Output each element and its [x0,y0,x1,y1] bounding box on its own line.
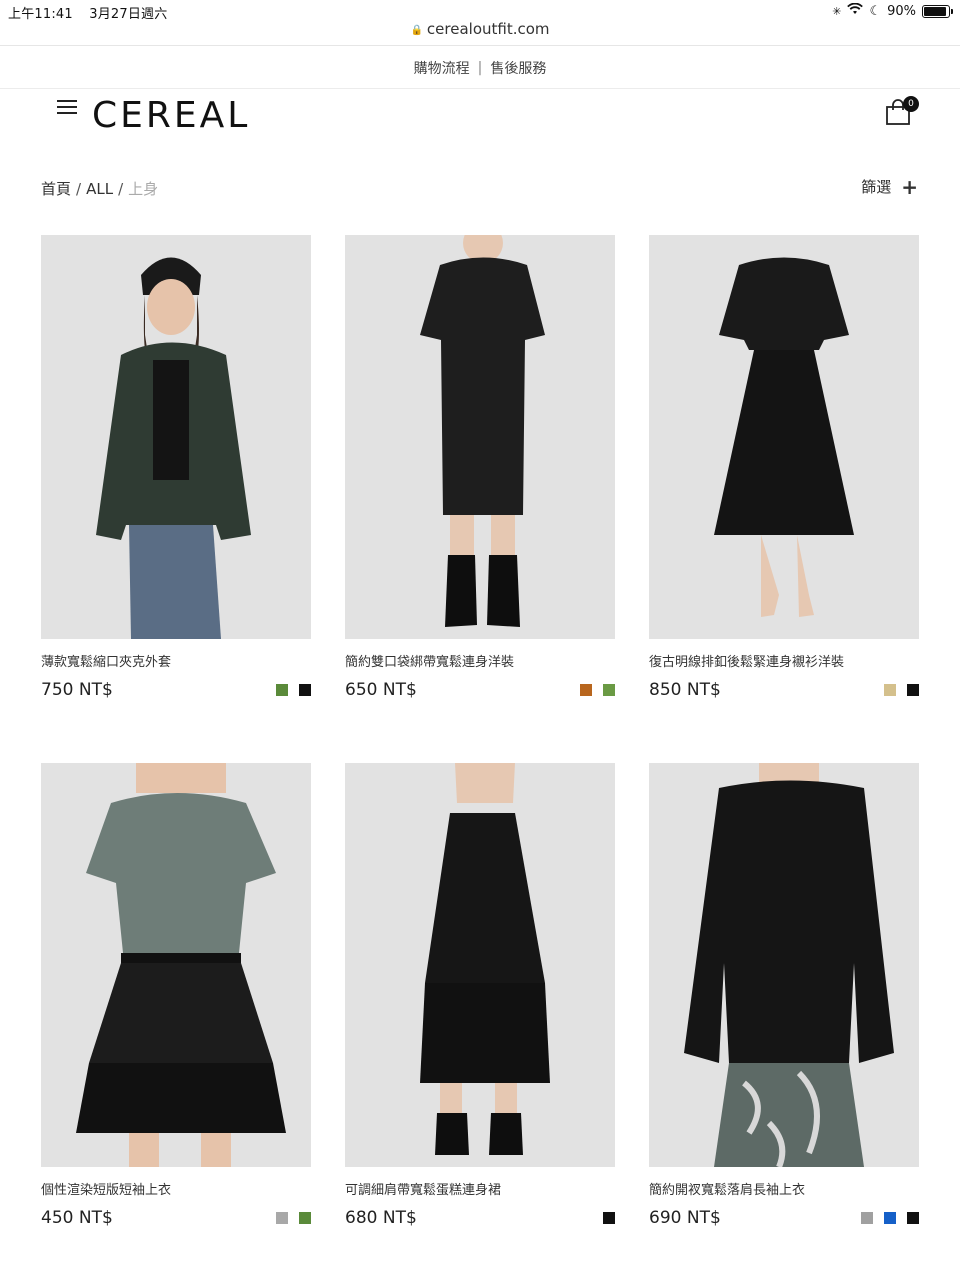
url-bar[interactable]: 🔒 cerealoutfit.com [0,20,960,46]
link-after-sales[interactable]: 售後服務 [490,58,546,78]
color-swatch[interactable] [861,1212,873,1224]
color-swatch[interactable] [884,684,896,696]
breadcrumb-all[interactable]: ALL [86,180,113,198]
product-image[interactable] [345,763,615,1167]
logo[interactable]: CEREAL [92,95,250,136]
product-price: 650 NT$ [345,680,417,700]
product-name[interactable]: 個性渲染短版短袖上衣 [41,1179,311,1198]
product-price: 850 NT$ [649,680,721,700]
plus-icon: + [901,174,918,199]
color-swatches [861,1212,919,1224]
filter-button[interactable]: 篩選 + [861,176,918,197]
product-image[interactable] [345,235,615,639]
breadcrumb-current: 上身 [128,180,159,198]
lock-icon: 🔒 [410,25,423,36]
moon-icon: ☾ [869,3,882,19]
breadcrumb-home[interactable]: 首頁 [41,180,71,198]
url-text: cerealoutfit.com [426,20,550,38]
status-bar: 上午11:41 3月27日週六 ✳ ☾ 90% [0,0,960,22]
product-card[interactable]: 簡約開衩寬鬆落肩長袖上衣 690 NT$ [649,763,919,1229]
product-card[interactable]: 復古明線排釦後鬆緊連身襯衫洋裝 850 NT$ [649,235,919,701]
product-image[interactable] [41,763,311,1167]
product-card[interactable]: 簡約雙口袋綁帶寬鬆連身洋裝 650 NT$ [345,235,615,701]
product-name[interactable]: 薄款寬鬆縮口夾克外套 [41,651,311,670]
product-image[interactable] [649,763,919,1167]
color-swatch[interactable] [276,684,288,696]
color-swatch[interactable] [884,1212,896,1224]
product-price: 750 NT$ [41,680,113,700]
battery-percent: 90% [887,3,916,19]
color-swatch[interactable] [299,684,311,696]
product-name[interactable]: 簡約開衩寬鬆落肩長袖上衣 [649,1179,919,1198]
menu-icon[interactable] [57,100,77,114]
product-price: 680 NT$ [345,1208,417,1228]
color-swatches [884,684,919,696]
product-price: 450 NT$ [41,1208,113,1228]
color-swatch[interactable] [907,684,919,696]
color-swatches [603,1212,615,1224]
cart-count-badge: 0 [903,96,919,112]
color-swatch[interactable] [603,684,615,696]
link-shopping-process[interactable]: 購物流程 [414,58,470,78]
product-image[interactable] [649,235,919,639]
color-swatch[interactable] [603,1212,615,1224]
product-image[interactable] [41,235,311,639]
breadcrumb: 首頁 / ALL / 上身 [41,180,159,198]
wifi-icon [847,2,864,19]
loading-icon: ✳ [832,4,842,18]
color-swatches [276,684,311,696]
color-swatches [580,684,615,696]
top-links: 購物流程 | 售後服務 [0,47,960,89]
color-swatch[interactable] [580,684,592,696]
product-name[interactable]: 簡約雙口袋綁帶寬鬆連身洋裝 [345,651,615,670]
filter-label: 篩選 [861,178,892,196]
divider: | [477,59,483,76]
product-price: 690 NT$ [649,1208,721,1228]
product-name[interactable]: 可調細肩帶寬鬆蛋糕連身裙 [345,1179,615,1198]
color-swatch[interactable] [299,1212,311,1224]
battery-icon [922,4,953,18]
product-card[interactable]: 薄款寬鬆縮口夾克外套 750 NT$ [41,235,311,701]
product-card[interactable]: 個性渲染短版短袖上衣 450 NT$ [41,763,311,1229]
color-swatches [276,1212,311,1224]
color-swatch[interactable] [276,1212,288,1224]
product-card[interactable]: 可調細肩帶寬鬆蛋糕連身裙 680 NT$ [345,763,615,1229]
color-swatch[interactable] [907,1212,919,1224]
product-name[interactable]: 復古明線排釦後鬆緊連身襯衫洋裝 [649,651,919,670]
